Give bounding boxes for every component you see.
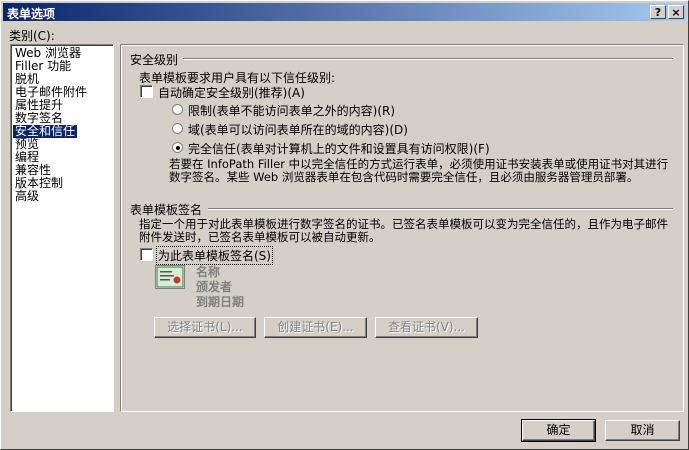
signature-heading: 表单模板签名 (130, 203, 203, 217)
full-trust-note: 若要在 InfoPath Filler 中以完全信任的方式运行表单，必须使用证书… (169, 157, 669, 184)
cert-expiry: 到期日期 (196, 295, 245, 309)
signature-divider (208, 208, 673, 210)
signature-description: 指定一个用于对此表单模板进行数字签名的证书。已签名表单模板可以变为完全信任的，且… (139, 217, 668, 244)
help-button[interactable]: ? (650, 5, 666, 19)
category-item-advanced[interactable]: 高级 (13, 190, 41, 203)
security-heading: 安全级别 (130, 53, 179, 67)
cancel-button[interactable]: 取消 (605, 420, 680, 441)
view-certificate-button[interactable]: 查看证书(V)... (375, 317, 478, 338)
auto-security-checkbox[interactable] (140, 85, 153, 98)
sign-template-checkbox[interactable] (140, 248, 153, 261)
category-list[interactable]: Web 浏览器 Filler 功能 脱机 电子邮件附件 属性提升 数字签名 安全… (10, 44, 114, 412)
full-trust-label[interactable]: 完全信任(表单对计算机上的文件和设置具有访问权限)(F) (188, 140, 490, 157)
domain-label[interactable]: 域(表单可以访问表单所在的域的内容)(D) (188, 121, 408, 138)
domain-radio[interactable] (172, 123, 183, 134)
select-certificate-button[interactable]: 选择证书(L)... (154, 317, 256, 338)
full-trust-radio[interactable] (172, 142, 183, 153)
restricted-radio[interactable] (172, 104, 183, 115)
form-options-dialog: 表单选项 ? × 类别(C): Web 浏览器 Filler 功能 脱机 电子邮… (0, 0, 689, 450)
security-divider (183, 58, 673, 60)
window-title: 表单选项 (7, 7, 56, 21)
auto-security-label[interactable]: 自动确定安全级别(推荐)(A) (158, 84, 305, 101)
restricted-label[interactable]: 限制(表单不能访问表单之外的内容)(R) (188, 102, 395, 119)
category-label: 类别(C): (9, 29, 55, 43)
ok-button[interactable]: 确定 (521, 419, 596, 442)
certificate-icon (155, 265, 185, 289)
title-bar: 表单选项 ? × (3, 3, 686, 21)
close-button[interactable]: × (668, 5, 684, 19)
create-certificate-button[interactable]: 创建证书(E)... (264, 317, 367, 338)
